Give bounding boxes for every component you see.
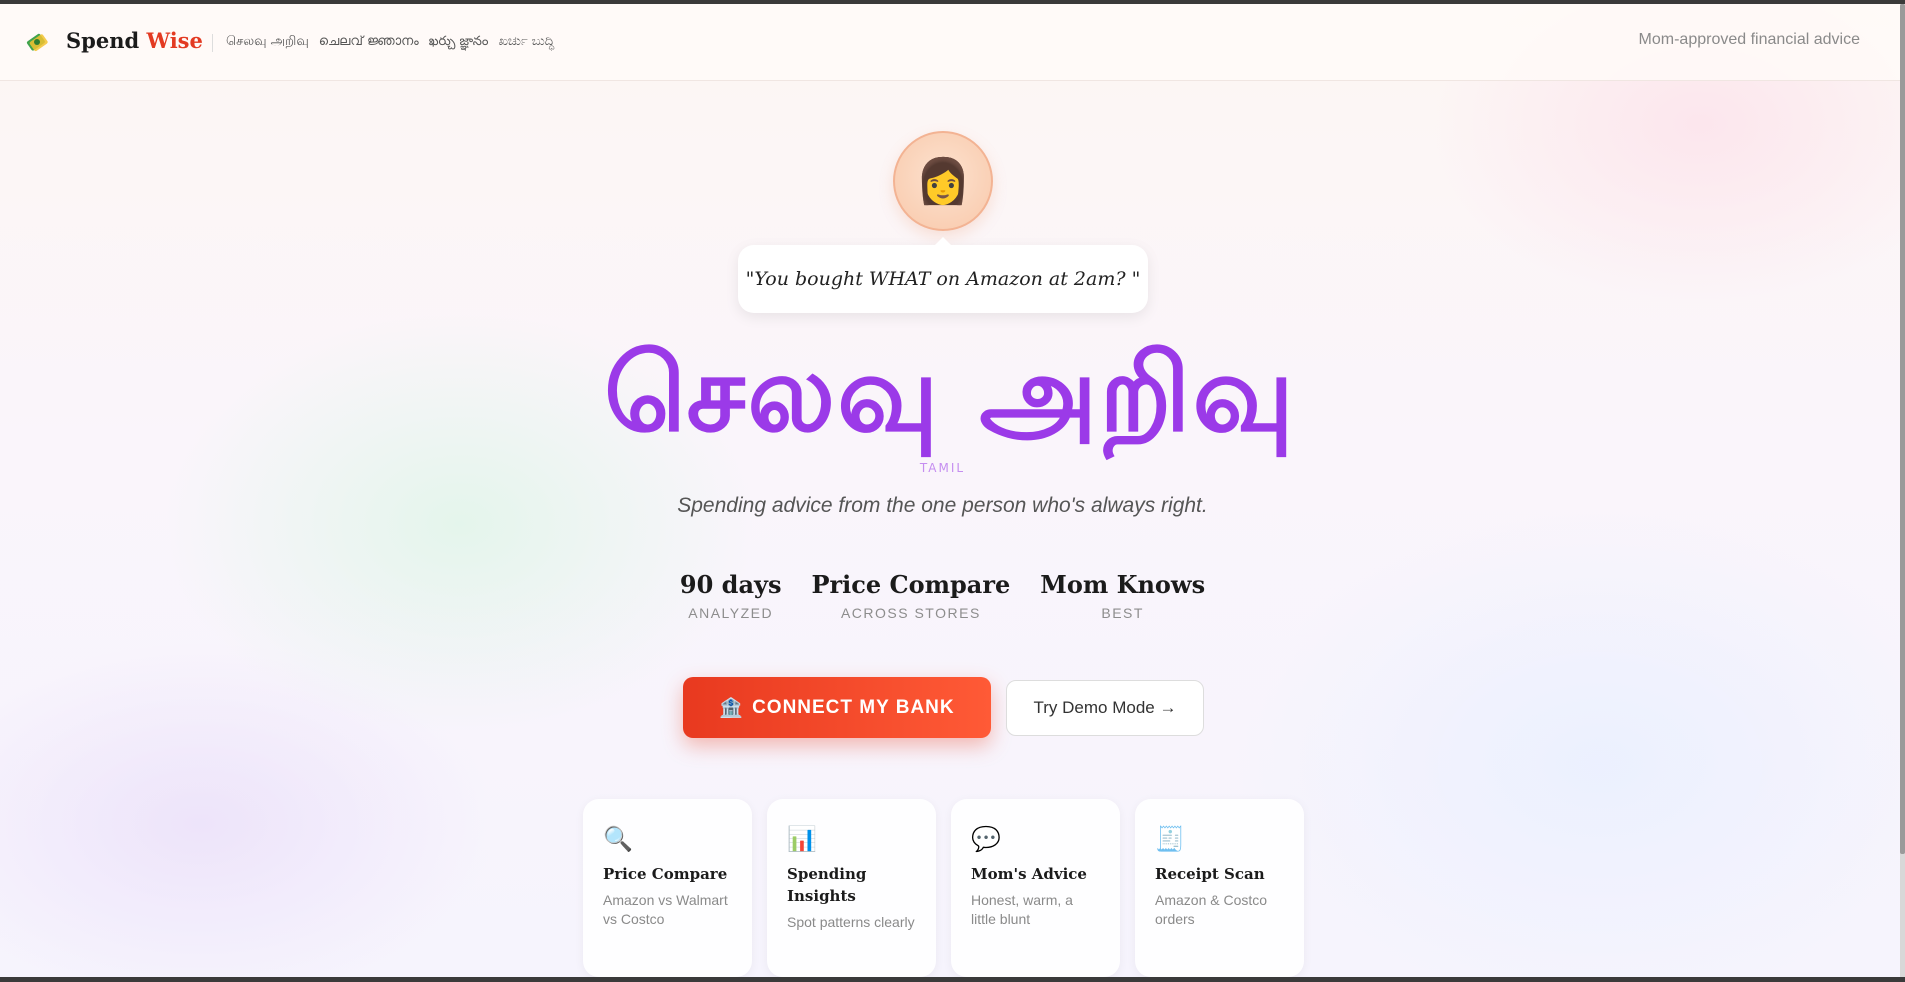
- stat-value: 90 days: [679, 570, 782, 599]
- brand-name-wise: Wise: [146, 28, 203, 53]
- stat-days: 90 days ANALYZED: [680, 570, 782, 621]
- stat-value: Mom Knows: [1040, 570, 1206, 599]
- bar-chart-icon: 📊: [787, 825, 817, 853]
- stats-row: 90 days ANALYZED Price Compare ACROSS ST…: [0, 570, 1885, 621]
- feature-description: Amazon vs Walmart vs Costco: [603, 892, 728, 927]
- language-tamil[interactable]: செலவு அறிவு: [226, 34, 309, 52]
- woman-emoji-icon: 👩: [915, 156, 971, 207]
- bank-icon: 🏦: [719, 697, 745, 719]
- language-kannada[interactable]: ಖರ್ಚು ಬುದ್ಧಿ: [498, 34, 554, 52]
- brand-logo[interactable]: Spend Wise: [66, 28, 203, 53]
- stat-label: BEST: [1101, 605, 1144, 621]
- language-tag: TAMIL: [919, 461, 966, 475]
- stat-label: ANALYZED: [688, 605, 774, 621]
- feature-description: Honest, warm, a little blunt: [971, 892, 1073, 927]
- top-nav: Spend Wise செலவு அறிவு ചെലവ് ജ്ഞാനം ఖర్చ…: [0, 4, 1900, 81]
- feature-card-receipt-scan[interactable]: 🧾 Receipt Scan Amazon & Costco orders: [1135, 799, 1304, 977]
- page: Spend Wise செலவு அறிவு ചെലവ് ജ്ഞാനം ఖర్చ…: [0, 4, 1900, 977]
- feature-description: Amazon & Costco orders: [1155, 892, 1268, 927]
- language-telugu[interactable]: ఖర్చు జ్ఞానం: [429, 34, 489, 52]
- connect-bank-label: CONNECT MY BANK: [752, 696, 955, 718]
- feature-cards: 🔍 Price Compare Amazon vs Walmart vs Cos…: [583, 799, 1304, 977]
- brand-name-spend: Spend: [66, 28, 140, 53]
- receipt-icon: 🧾: [1155, 825, 1185, 853]
- feature-title: Receipt Scan: [1155, 865, 1265, 883]
- speech-bubble-icon: 💬: [971, 825, 1001, 853]
- money-logo-icon: [26, 33, 48, 51]
- language-list: செலவு அறிவு ചെലവ് ജ്ഞാനം ఖర్చు జ్ఞానం ಖರ…: [226, 34, 554, 52]
- feature-description: Spot patterns clearly: [787, 914, 915, 930]
- quote-bubble: "You bought WHAT on Amazon at 2am? ": [738, 237, 1148, 313]
- try-demo-button[interactable]: Try Demo Mode →: [1006, 680, 1204, 736]
- nav-divider: [212, 34, 213, 52]
- stat-label: ACROSS STORES: [840, 605, 981, 621]
- stat-mom-knows: Mom Knows BEST: [1040, 570, 1205, 621]
- feature-title: Mom's Advice: [971, 865, 1087, 883]
- feature-title: Price Compare: [603, 865, 728, 883]
- scrollbar-thumb[interactable]: [1900, 4, 1905, 854]
- window-bottom-edge: [0, 977, 1905, 982]
- feature-card-moms-advice[interactable]: 💬 Mom's Advice Honest, warm, a little bl…: [951, 799, 1120, 977]
- feature-card-price-compare[interactable]: 🔍 Price Compare Amazon vs Walmart vs Cos…: [583, 799, 752, 977]
- stat-value: Price Compare: [811, 570, 1011, 599]
- language-malayalam[interactable]: ചെലവ് ജ്ഞാനം: [319, 34, 419, 52]
- feature-card-spending-insights[interactable]: 📊 Spending Insights Spot patterns clearl…: [767, 799, 936, 977]
- magnifier-icon: 🔍: [603, 825, 633, 853]
- quote-text: "You bought WHAT on Amazon at 2am? ": [745, 268, 1141, 290]
- mom-avatar: 👩: [893, 131, 993, 231]
- stat-price-compare: Price Compare ACROSS STORES: [811, 570, 1010, 621]
- connect-bank-button[interactable]: 🏦 CONNECT MY BANK: [683, 677, 991, 738]
- hero-title: செலவு அறிவு: [604, 332, 1296, 455]
- feature-title: Spending Insights: [787, 865, 867, 905]
- hero-subtitle: Spending advice from the one person who'…: [677, 494, 1208, 517]
- nav-tagline: Mom-approved financial advice: [1638, 31, 1860, 48]
